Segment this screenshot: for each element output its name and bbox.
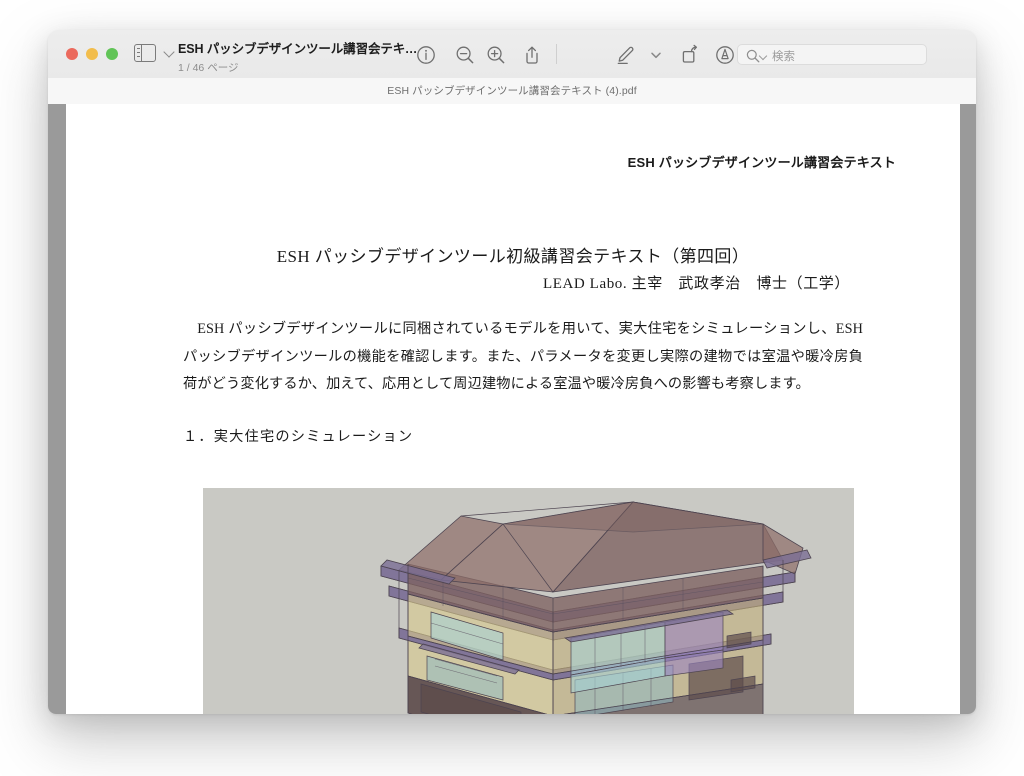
document-paragraph: ESH パッシブデザインツールに同梱されているモデルを用いて、実大住宅をシミュレ… (183, 321, 863, 392)
figure-3d-house-model: .wall { fill:#d9c98c; fill-opacity:0.62;… (203, 488, 854, 714)
chevron-down-icon[interactable] (163, 46, 175, 58)
filename-bar: ESH パッシブデザインツール講習会テキスト (4).pdf (48, 78, 976, 105)
document-title: ESH パッシブデザインツール講習会テキスト... (178, 42, 418, 56)
minimize-button[interactable] (86, 48, 98, 60)
document-running-head: ESH パッシブデザインツール講習会テキスト (627, 155, 896, 170)
close-button[interactable] (66, 48, 78, 60)
share-icon[interactable] (521, 44, 543, 66)
markup-icon[interactable] (614, 44, 636, 66)
pdf-page: ESH パッシブデザインツール講習会テキスト ESH パッシブデザインツール初級… (66, 104, 960, 714)
search-placeholder: 検索 (772, 51, 795, 63)
toolbar-divider (556, 44, 557, 64)
window-toolbar: ESH パッシブデザインツール講習会テキスト... 1 / 46 ページ 検索 (48, 30, 976, 79)
markup-chevron-down-icon[interactable] (645, 44, 667, 66)
document-section-heading: １．実大住宅のシミュレーション (183, 429, 414, 445)
document-title-block: ESH パッシブデザインツール講習会テキスト... 1 / 46 ページ (178, 38, 418, 75)
preview-window: ESH パッシブデザインツール講習会テキスト... 1 / 46 ページ 検索 … (48, 30, 976, 714)
search-input[interactable]: 検索 (737, 44, 927, 65)
rotate-right-icon[interactable] (679, 44, 701, 66)
house-model-drawing: .wall { fill:#d9c98c; fill-opacity:0.62;… (380, 501, 812, 714)
zoom-out-icon[interactable] (454, 44, 476, 66)
zoom-button[interactable] (106, 48, 118, 60)
page-indicator: 1 / 46 ページ (178, 62, 239, 74)
zoom-in-icon[interactable] (485, 44, 507, 66)
filename-label: ESH パッシブデザインツール講習会テキスト (4).pdf (387, 85, 637, 97)
info-icon[interactable] (415, 44, 437, 66)
pdf-viewer[interactable]: ESH パッシブデザインツール講習会テキスト ESH パッシブデザインツール初級… (48, 104, 976, 714)
document-main-title: ESH パッシブデザインツール初級講習会テキスト（第四回） (276, 247, 750, 266)
sidebar-toggle-icon[interactable] (134, 44, 156, 62)
screen-root: { "window": { "traffic_lights": ["close"… (0, 0, 1024, 776)
search-chevron-down-icon[interactable] (758, 51, 768, 61)
annotate-icon[interactable] (714, 44, 736, 66)
document-author: LEAD Labo. 主宰 武政孝治 博士（工学） (542, 276, 850, 292)
